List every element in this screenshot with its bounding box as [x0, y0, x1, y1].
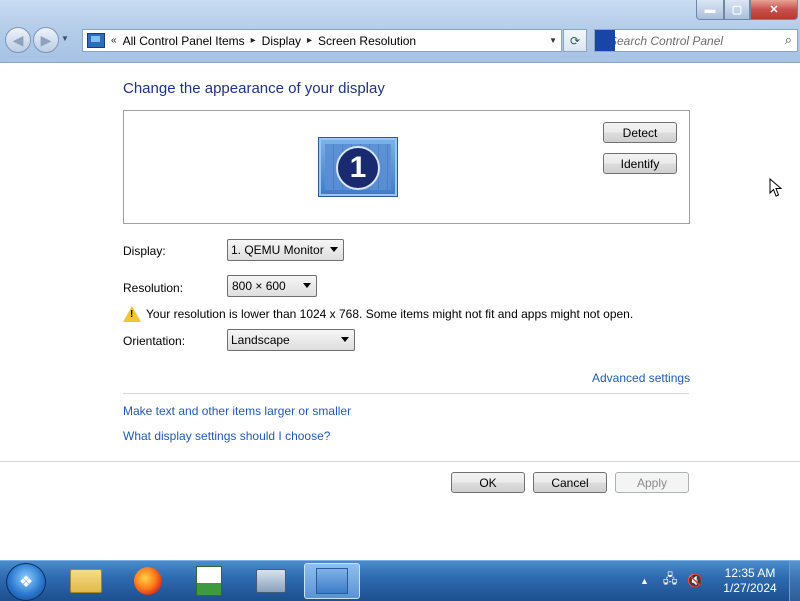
cancel-button[interactable]: Cancel: [533, 472, 607, 493]
show-desktop-button[interactable]: [789, 561, 800, 601]
apply-button[interactable]: Apply: [615, 472, 689, 493]
resolution-select[interactable]: 800 × 600: [227, 275, 317, 297]
back-arrow-icon: ◀: [12, 31, 24, 48]
window-controls: ▬ ▢ ✕: [696, 0, 798, 20]
refresh-button[interactable]: ⟳: [563, 29, 587, 52]
address-dropdown-icon[interactable]: ▼: [549, 36, 557, 45]
refresh-icon: ⟳: [569, 33, 581, 48]
display-settings-icon: [316, 568, 348, 594]
firefox-icon: [134, 567, 162, 595]
monitor-number: 1: [336, 146, 380, 190]
breadcrumb-separator-icon[interactable]: ▸: [251, 35, 256, 46]
network-icon[interactable]: 🖧: [663, 570, 678, 592]
folder-icon: [70, 569, 102, 593]
resolution-label: Resolution:: [123, 281, 184, 295]
forward-button[interactable]: ▶: [33, 27, 59, 53]
display-preview-panel: 1 Detect Identify: [123, 110, 690, 224]
show-hidden-icons-icon[interactable]: ▲: [640, 576, 649, 586]
close-button[interactable]: ✕: [750, 0, 798, 20]
maximize-icon: ▢: [731, 4, 743, 16]
minimize-button[interactable]: ▬: [696, 0, 724, 20]
orientation-select[interactable]: Landscape: [227, 329, 355, 351]
windows-logo-icon: ❖: [18, 574, 34, 591]
maximize-button[interactable]: ▢: [724, 0, 750, 20]
taskbar-display-settings-button[interactable]: [304, 563, 360, 599]
breadcrumb-screen-resolution[interactable]: Screen Resolution: [318, 34, 416, 48]
monitor-1-icon[interactable]: 1: [318, 137, 398, 197]
warning-text: Your resolution is lower than 1024 x 768…: [146, 307, 634, 321]
start-button[interactable]: ❖: [6, 563, 46, 601]
clock-date: 1/27/2024: [723, 581, 777, 595]
forward-arrow-icon: ▶: [40, 31, 52, 48]
explorer-toolbar: ▬ ▢ ✕ ◀ ▶ ▼ « All Control Panel Items ▸ …: [0, 0, 800, 63]
chevron-down-icon: [330, 247, 338, 252]
minimize-icon: ▬: [704, 3, 716, 16]
system-tray: ▲ 🖧 🔇: [640, 561, 714, 601]
search-placeholder: Search Control Panel: [609, 33, 724, 48]
display-select[interactable]: 1. QEMU Monitor: [227, 239, 344, 261]
control-panel-icon: [87, 33, 105, 48]
breadcrumb-display[interactable]: Display: [262, 34, 301, 48]
identify-button[interactable]: Identify: [603, 153, 677, 174]
display-help-link[interactable]: What display settings should I choose?: [123, 429, 330, 443]
page-title: Change the appearance of your display: [123, 80, 385, 97]
breadcrumb-overflow-chevron[interactable]: «: [111, 35, 117, 46]
taskbar-firefox-button[interactable]: [120, 563, 176, 599]
advanced-settings-link[interactable]: Advanced settings: [592, 371, 690, 385]
clock[interactable]: 12:35 AM 1/27/2024: [718, 566, 782, 596]
resolution-select-value: 800 × 600: [232, 279, 286, 293]
ok-button[interactable]: OK: [451, 472, 525, 493]
resolution-warning: ! Your resolution is lower than 1024 x 7…: [123, 306, 633, 322]
volume-muted-icon[interactable]: 🔇: [687, 573, 703, 589]
taskbar-explorer-button[interactable]: [58, 563, 114, 599]
taskbar: ❖ ▲ 🖧 🔇 12:35 AM 1/27/2024: [0, 560, 800, 601]
breadcrumb-all-control-panel-items[interactable]: All Control Panel Items: [123, 34, 245, 48]
chevron-down-icon: [303, 283, 311, 288]
breadcrumb-separator-icon[interactable]: ▸: [307, 35, 312, 46]
detect-button[interactable]: Detect: [603, 122, 677, 143]
orientation-select-value: Landscape: [231, 333, 290, 347]
computer-icon: [256, 569, 286, 593]
display-select-value: 1. QEMU Monitor: [231, 243, 324, 257]
text-cursor-highlight: [595, 30, 615, 51]
close-icon: ✕: [769, 4, 779, 16]
warning-icon: !: [123, 306, 141, 322]
text-size-link[interactable]: Make text and other items larger or smal…: [123, 404, 351, 418]
mouse-pointer-icon: [769, 178, 783, 197]
taskbar-chart-app-button[interactable]: [181, 563, 237, 599]
back-button[interactable]: ◀: [5, 27, 31, 53]
recent-pages-dropdown[interactable]: ▼: [61, 34, 69, 43]
chart-icon: [196, 566, 222, 596]
chevron-down-icon: [341, 337, 349, 342]
search-input[interactable]: Search Control Panel ⌕: [594, 29, 798, 52]
search-icon[interactable]: ⌕: [785, 32, 792, 48]
footer-divider: [0, 461, 800, 462]
clock-time: 12:35 AM: [724, 566, 776, 580]
divider: [123, 393, 689, 394]
display-label: Display:: [123, 244, 166, 258]
address-bar[interactable]: « All Control Panel Items ▸ Display ▸ Sc…: [82, 29, 562, 52]
orientation-label: Orientation:: [123, 334, 186, 348]
taskbar-computer-button[interactable]: [243, 563, 299, 599]
